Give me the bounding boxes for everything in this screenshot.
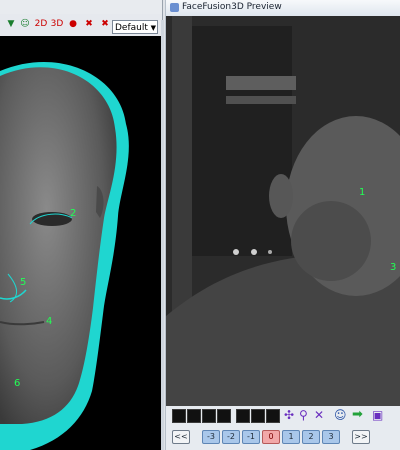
mesh-select-value: Default	[115, 23, 148, 33]
face-model-svg	[0, 62, 129, 450]
delete-icon[interactable]: ✖	[82, 17, 96, 31]
close-icon[interactable]: ✖	[98, 17, 112, 31]
frame-plus3-button[interactable]: 3	[322, 430, 340, 444]
landmark-label: 2	[70, 208, 77, 219]
mesh-select[interactable]: Default ▼	[112, 20, 158, 34]
grid-icon[interactable]	[187, 409, 201, 423]
title-bar[interactable]: FaceFusion3D Preview	[166, 0, 400, 17]
landmark-label: 1	[359, 187, 366, 198]
landmark-label: 4	[46, 316, 53, 327]
app-icon	[170, 3, 179, 12]
fit-icon[interactable]: ✕	[314, 408, 324, 422]
face-icon[interactable]: ☺	[18, 17, 32, 31]
landmark-label: 6	[14, 378, 21, 389]
cross-icon[interactable]	[251, 409, 265, 423]
grid-icon[interactable]	[217, 409, 231, 423]
frame-minus1-button[interactable]: -1	[242, 430, 260, 444]
preview-window: FaceFusion3D Preview 1 3 ✣ ⚲ ✕ ☺ ➡ ▣ << …	[165, 0, 400, 450]
cross-icon[interactable]	[236, 409, 250, 423]
splitter[interactable]	[161, 20, 164, 450]
zoom-icon[interactable]: ⚲	[299, 408, 308, 422]
stop-icon[interactable]: ●	[66, 17, 80, 31]
move-icon[interactable]: ✣	[284, 408, 294, 422]
cross-icon[interactable]	[266, 409, 280, 423]
chevron-down-icon: ▼	[150, 24, 156, 32]
left-pane: ▼ ☺ 2D 3D ● ✖ ✖ Default ▼ 2 5 4 6	[0, 0, 164, 450]
window-title: FaceFusion3D Preview	[182, 2, 282, 12]
frame-plus2-button[interactable]: 2	[302, 430, 320, 444]
preview-controls: ✣ ⚲ ✕ ☺ ➡ ▣ << -3 -2 -1 0 1 2 3 >>	[166, 406, 400, 450]
next-arrow-icon[interactable]: ➡	[352, 407, 363, 422]
capture-icon[interactable]: ▣	[372, 408, 383, 422]
frame-current-button[interactable]: 0	[262, 430, 280, 444]
frame-minus3-button[interactable]: -3	[202, 430, 220, 444]
grid-icon[interactable]	[172, 409, 186, 423]
camera-preview[interactable]: 1 3	[166, 16, 400, 406]
face-detect-icon[interactable]: ☺	[334, 408, 347, 422]
grid-icon[interactable]	[202, 409, 216, 423]
frame-last-button[interactable]: >>	[352, 430, 370, 444]
record-3d-icon[interactable]: 3D	[50, 17, 64, 31]
record-2d-icon[interactable]: 2D	[34, 17, 48, 31]
model-view[interactable]: 2 5 4 6	[0, 36, 162, 450]
view-icon[interactable]: ▼	[4, 17, 18, 31]
frame-minus2-button[interactable]: -2	[222, 430, 240, 444]
camera-image	[166, 16, 400, 406]
landmark-label: 5	[20, 277, 27, 288]
frame-plus1-button[interactable]: 1	[282, 430, 300, 444]
landmark-label: 3	[390, 262, 397, 273]
frame-first-button[interactable]: <<	[172, 430, 190, 444]
